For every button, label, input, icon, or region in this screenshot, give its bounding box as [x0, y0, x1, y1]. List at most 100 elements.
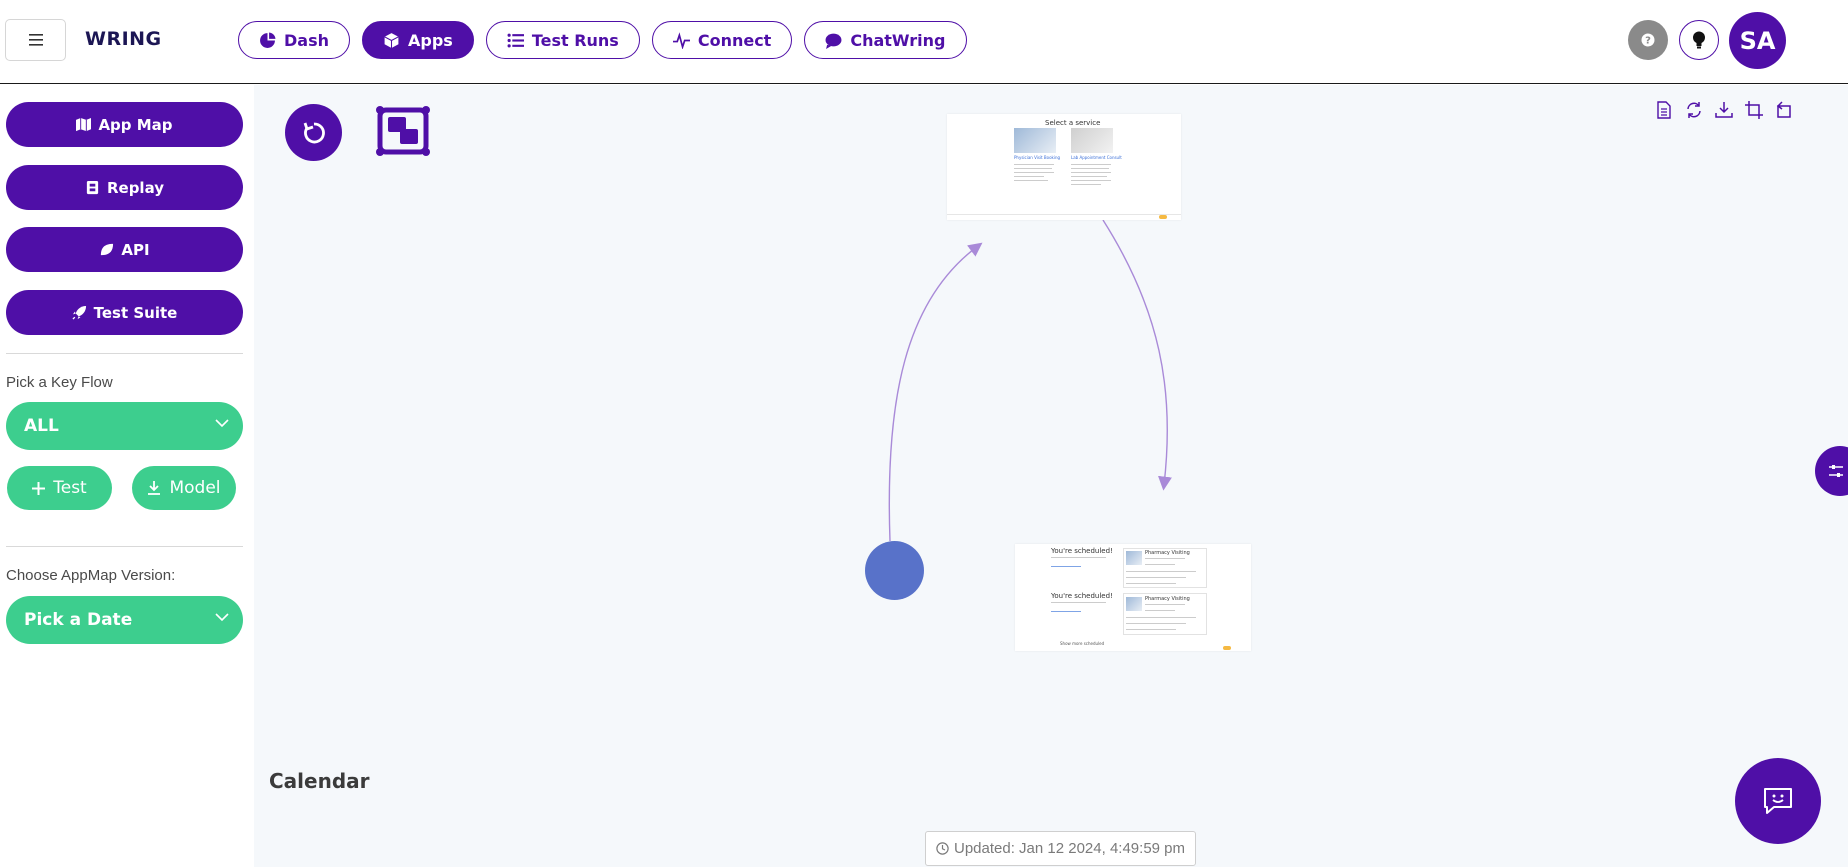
nav-test-runs-label: Test Runs: [531, 30, 619, 50]
thumb-text-line: [1071, 176, 1107, 177]
nav-apps[interactable]: Apps: [362, 21, 474, 59]
app-map-title: Calendar: [269, 769, 370, 793]
version-date-select[interactable]: Pick a Date: [6, 596, 243, 644]
thumb-text-line: [1145, 558, 1185, 559]
chat-bubble-icon: [825, 33, 842, 49]
thumb-text-line: [1071, 164, 1111, 165]
thumb-text-line: [1051, 602, 1106, 603]
thumb-text-line: [1126, 629, 1176, 630]
pulse-icon: [672, 31, 690, 49]
app-map-button[interactable]: App Map: [6, 102, 243, 147]
thumb-image: [1126, 551, 1142, 565]
canvas-toolbar: [1653, 99, 1795, 121]
nav-dash[interactable]: Dash: [238, 21, 350, 59]
nav-apps-label: Apps: [408, 30, 453, 50]
version-label: Choose AppMap Version:: [6, 567, 176, 584]
nav-dash-label: Dash: [284, 30, 329, 50]
last-updated-text: Updated: Jan 12 2024, 4:49:59 pm: [954, 840, 1186, 857]
thumb-text-line: [1145, 610, 1175, 611]
thumb-text-line: [1014, 168, 1052, 169]
add-test-label: Test: [53, 478, 87, 498]
thumb-footer-text: Show more scheduled: [1060, 641, 1105, 646]
thumb-text-line: [1014, 180, 1048, 181]
key-flow-value: ALL: [24, 416, 59, 436]
key-flow-label: Pick a Key Flow: [6, 374, 113, 391]
download-icon: [148, 481, 161, 495]
document-icon[interactable]: [1653, 99, 1675, 121]
thumb-image: [1071, 128, 1113, 153]
thumb-image: [1126, 597, 1142, 611]
thumb-side-title: Pharmacy Visiting: [1145, 596, 1190, 602]
screen-thumbnail-select-service[interactable]: Select a service Physician Visit Booking…: [947, 114, 1181, 220]
start-node[interactable]: [865, 541, 924, 600]
thumb-text-line: [1126, 617, 1196, 618]
test-suite-button[interactable]: Test Suite: [6, 290, 243, 335]
thumb-badge: [1223, 646, 1231, 650]
nav-test-runs[interactable]: Test Runs: [485, 21, 640, 59]
rocket-icon: [72, 305, 86, 320]
download-model-button[interactable]: Model: [132, 466, 236, 510]
thumb-divider: [947, 214, 1181, 215]
thumb-text-line: [1126, 571, 1196, 572]
thumb-side-title: Pharmacy Visiting: [1145, 550, 1190, 556]
download-icon[interactable]: [1713, 99, 1735, 121]
left-sidebar: App Map Replay API Test Suite Pick a Key…: [0, 85, 254, 867]
thumb-text-line: [1014, 164, 1054, 165]
refresh-icon: [303, 122, 325, 143]
film-icon: [86, 180, 99, 195]
download-model-label: Model: [169, 478, 221, 498]
map-icon: [76, 117, 92, 132]
question-icon: ?: [1641, 33, 1655, 47]
thumb-confirm: You're scheduled!: [1051, 547, 1113, 555]
sync-icon[interactable]: [1683, 99, 1705, 121]
crop-icon[interactable]: [1743, 99, 1765, 121]
thumb-text-line: [1051, 566, 1081, 567]
rotate-icon[interactable]: [1773, 99, 1795, 121]
nav-connect-label: Connect: [697, 30, 772, 50]
leaf-icon: [101, 243, 114, 256]
thumb-text-line: [1071, 172, 1111, 173]
reset-view-button[interactable]: [285, 104, 342, 161]
menu-icon: [28, 34, 43, 46]
screen-thumbnail-scheduled[interactable]: You're scheduled! You're scheduled! Phar…: [1015, 544, 1251, 651]
nav-chatwring[interactable]: ChatWring: [804, 21, 967, 59]
cube-icon: [384, 32, 399, 48]
thumb-text-line: [1126, 583, 1176, 584]
thumb-text-line: [1014, 176, 1044, 177]
thumb-heading: Select a service: [1045, 119, 1101, 127]
api-label: API: [121, 240, 150, 259]
main-nav: Dash Apps Test Runs Connect ChatWring: [238, 21, 967, 59]
thumb-text-line: [1145, 564, 1175, 565]
last-updated-badge: Updated: Jan 12 2024, 4:49:59 pm: [925, 831, 1197, 866]
replay-label: Replay: [106, 178, 165, 197]
frame-icon: [376, 106, 430, 156]
add-test-button[interactable]: Test: [7, 466, 112, 510]
lightbulb-icon: [1693, 31, 1705, 49]
list-icon: [507, 33, 524, 47]
brand-logo-text[interactable]: WRING: [85, 28, 162, 50]
api-button[interactable]: API: [6, 227, 243, 272]
thumb-card-title: Physician Visit Booking: [1014, 155, 1061, 160]
help-button[interactable]: ?: [1628, 20, 1668, 60]
replay-button[interactable]: Replay: [6, 165, 243, 210]
thumb-confirm: You're scheduled!: [1051, 592, 1113, 600]
app-map-label: App Map: [98, 115, 173, 134]
thumb-badge: [1159, 215, 1167, 219]
user-avatar[interactable]: SA: [1729, 12, 1786, 69]
thumb-text-line: [1051, 557, 1106, 558]
nav-connect[interactable]: Connect: [651, 21, 793, 59]
key-flow-select[interactable]: ALL: [6, 402, 243, 450]
tips-button[interactable]: [1679, 20, 1719, 60]
hamburger-menu-button[interactable]: [5, 19, 66, 61]
chevron-down-icon: [215, 419, 229, 428]
thumb-text-line: [1071, 180, 1111, 181]
thumb-text-line: [1071, 168, 1109, 169]
chat-smile-icon: [1764, 788, 1792, 814]
plus-icon: [32, 481, 46, 495]
sidebar-divider: [6, 353, 243, 354]
chat-support-button[interactable]: [1735, 758, 1821, 844]
fit-view-button[interactable]: [376, 106, 430, 156]
nav-chatwring-label: ChatWring: [850, 30, 946, 50]
thumb-text-line: [1126, 577, 1186, 578]
test-suite-label: Test Suite: [93, 303, 178, 322]
